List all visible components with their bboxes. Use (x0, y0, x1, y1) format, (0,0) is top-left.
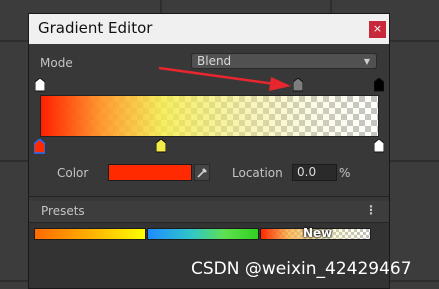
color-key-marker[interactable] (156, 139, 166, 153)
location-label: Location (232, 166, 283, 180)
gradient-editor-window: Gradient Editor × Mode Blend ▼ Color Loc… (28, 13, 390, 289)
color-key-marker[interactable] (374, 139, 384, 153)
eyedropper-icon (197, 168, 207, 178)
preset-swatch[interactable] (34, 228, 146, 240)
divider (29, 196, 389, 197)
alpha-key-marker[interactable] (35, 78, 45, 92)
new-preset-label: New (303, 226, 333, 240)
watermark: CSDN @weixin_42429467 (191, 259, 412, 279)
color-key-marker-selected[interactable] (34, 139, 45, 154)
preset-swatch[interactable] (147, 228, 259, 240)
location-field[interactable]: 0.0 (292, 164, 337, 181)
eyedropper-button[interactable] (194, 164, 210, 181)
window-title: Gradient Editor (38, 19, 153, 37)
close-button[interactable]: × (369, 21, 386, 38)
color-label: Color (57, 166, 89, 180)
new-preset-button[interactable]: New (260, 226, 371, 240)
annotation-arrow (158, 66, 291, 91)
gradient-fill (41, 96, 378, 136)
gradient-preview[interactable] (40, 95, 379, 137)
presets-label: Presets (41, 204, 85, 218)
title-bar[interactable]: Gradient Editor × (29, 14, 389, 44)
presets-header: Presets ⋮ (29, 201, 389, 223)
chevron-down-icon: ▼ (363, 57, 370, 66)
alpha-key-marker[interactable] (374, 78, 384, 92)
percent-label: % (339, 166, 351, 180)
kebab-menu-icon[interactable]: ⋮ (365, 203, 377, 217)
color-field[interactable] (108, 164, 192, 181)
mode-label: Mode (40, 56, 73, 70)
